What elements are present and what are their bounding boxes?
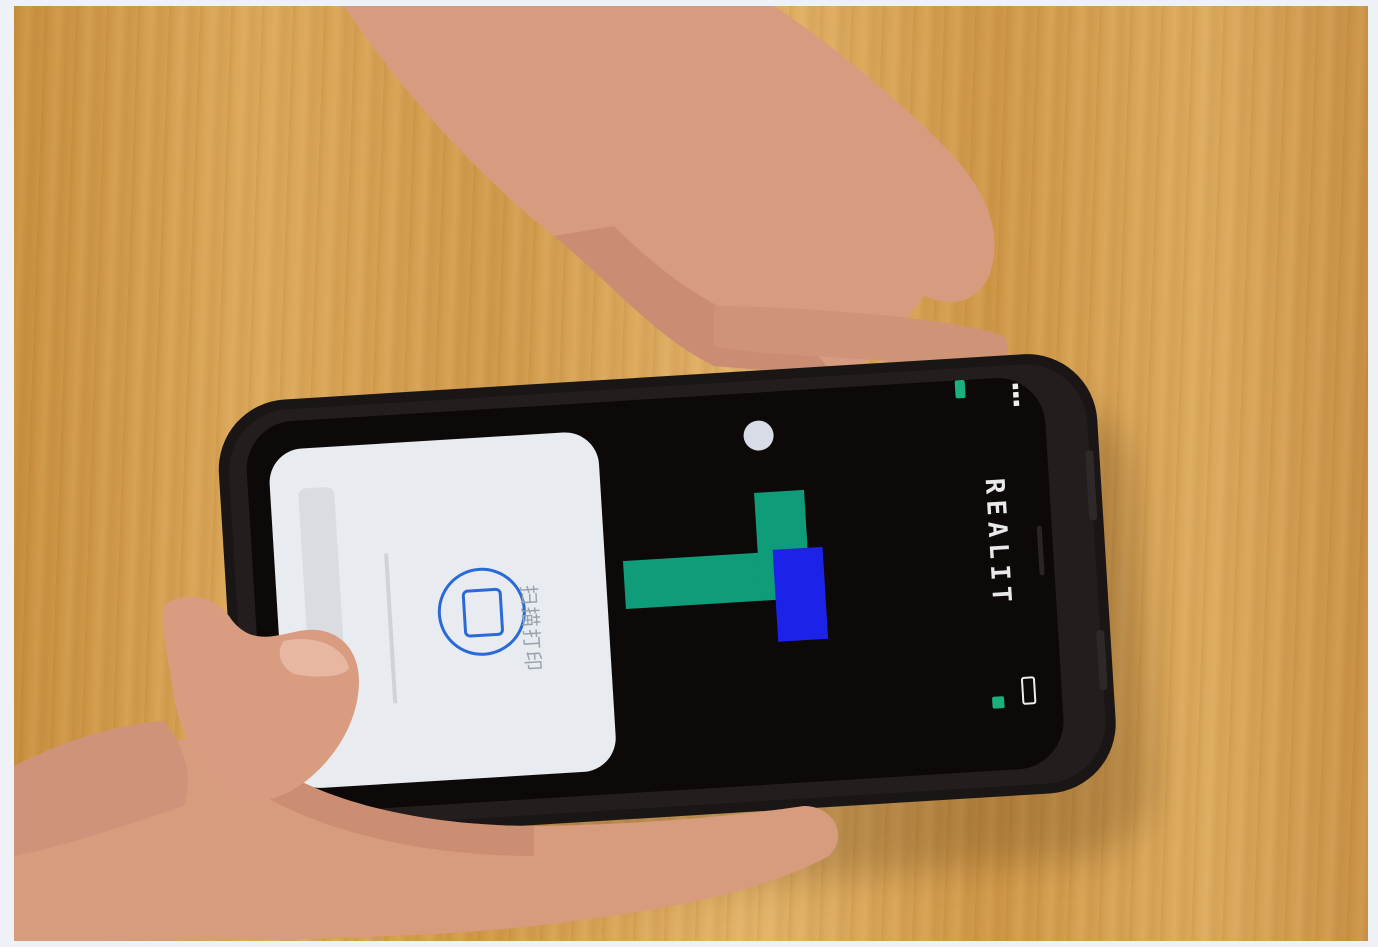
lower-hand-svg [14, 596, 839, 941]
photo: 扫描打印 ▪▪▪ REALIT [14, 6, 1368, 941]
